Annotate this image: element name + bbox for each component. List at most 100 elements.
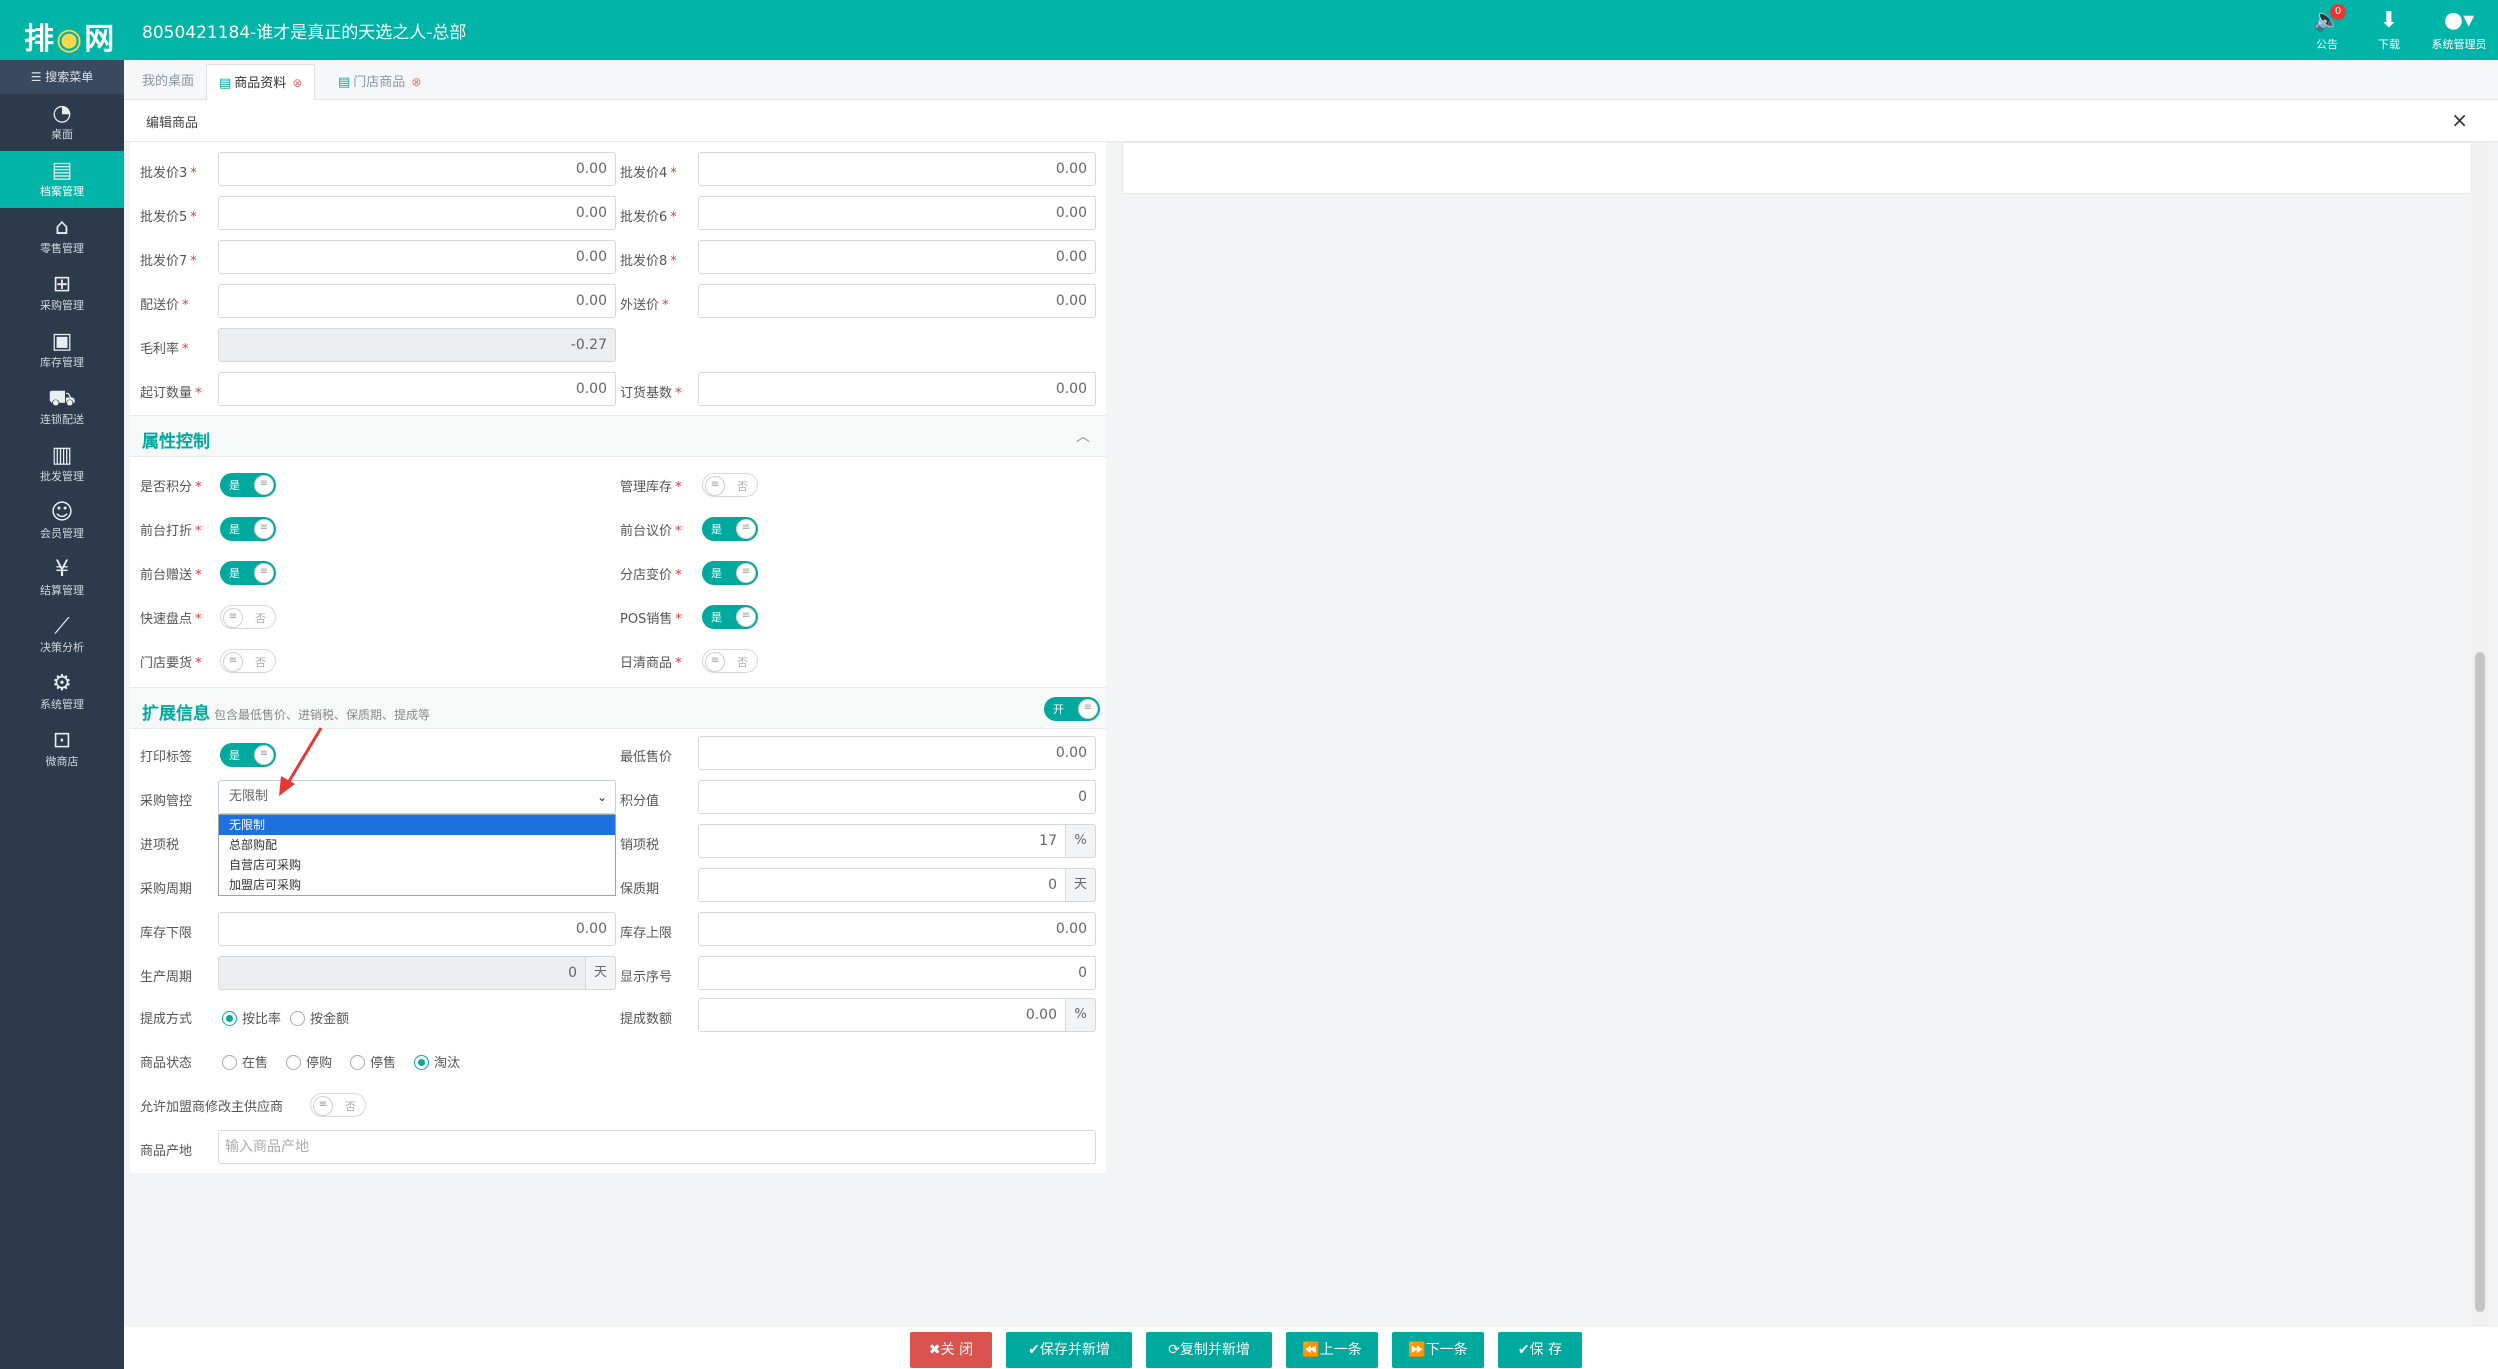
side-card xyxy=(1122,142,2472,194)
tab-store-products[interactable]: ▤ 门店商品 ⊗ xyxy=(326,64,433,100)
front-discount-label: 前台打折 * xyxy=(140,524,202,539)
quick-count-label: 快速盘点 * xyxy=(140,612,202,627)
sidebar-item-archive[interactable]: ▤ 档案管理 xyxy=(0,151,124,208)
option-hq-purchase[interactable]: 总部购配 xyxy=(219,835,615,855)
front-bargain-toggle[interactable]: 是 ≡ xyxy=(702,517,758,541)
option-unlimited[interactable]: 无限制 xyxy=(219,815,615,835)
sidebar-item-label: 库存管理 xyxy=(40,356,84,369)
sidebar-item-microshop[interactable]: ⊡ 微商店 xyxy=(0,721,124,778)
close-panel-icon[interactable]: × xyxy=(2451,108,2468,132)
front-gift-toggle[interactable]: 是 ≡ xyxy=(220,561,276,585)
input-tax-label: 进项税 xyxy=(140,838,180,853)
copy-and-new-button[interactable]: ⟳复制并新增 xyxy=(1146,1332,1272,1368)
wholesale4-input[interactable]: 0.00 xyxy=(698,152,1096,186)
previous-button[interactable]: ⏪上一条 xyxy=(1286,1332,1378,1368)
close-tab-icon[interactable]: ⊗ xyxy=(411,75,421,89)
save-button[interactable]: ✔保 存 xyxy=(1498,1332,1582,1368)
print-label-label: 打印标签 xyxy=(140,750,193,765)
status-on-sale-radio[interactable]: 在售 xyxy=(222,1052,268,1071)
sales-tax-input[interactable]: 17 xyxy=(698,824,1066,858)
inventory-icon: ▣ xyxy=(51,329,73,354)
daily-clear-toggle[interactable]: ≡ 否 xyxy=(702,649,758,673)
attr-section-title: 属性控制 xyxy=(142,432,210,452)
origin-input[interactable]: 输入商品产地 xyxy=(218,1130,1096,1164)
display-order-input[interactable]: 0 xyxy=(698,956,1096,990)
print-label-toggle[interactable]: 是 ≡ xyxy=(220,743,276,767)
allow-franchise-toggle[interactable]: ≡ 否 xyxy=(310,1093,366,1117)
quick-count-toggle[interactable]: ≡ 否 xyxy=(220,605,276,629)
sidebar-item-label: 微商店 xyxy=(45,755,79,768)
sales-tax-label: 销项税 xyxy=(620,838,660,853)
chevron-up-icon[interactable]: ︿ xyxy=(1076,426,1090,446)
sidebar-item-delivery[interactable]: ⛟ 连锁配送 xyxy=(0,379,124,436)
wholesale6-input[interactable]: 0.00 xyxy=(698,196,1096,230)
save-and-new-button[interactable]: ✔保存并新增 xyxy=(1006,1332,1132,1368)
sidebar-item-settlement[interactable]: ¥ 结算管理 xyxy=(0,550,124,607)
branch-price-toggle[interactable]: 是 ≡ xyxy=(702,561,758,585)
download-button[interactable]: ⬇ 下载 xyxy=(2358,6,2420,56)
annotation-arrow xyxy=(279,727,323,796)
option-owned-store[interactable]: 自营店可采购 xyxy=(219,855,615,875)
sidebar-item-wholesale[interactable]: ▥ 批发管理 xyxy=(0,436,124,493)
close-tab-icon[interactable]: ⊗ xyxy=(292,76,302,90)
sidebar-item-label: 零售管理 xyxy=(40,242,84,255)
wholesale5-input[interactable]: 0.00 xyxy=(218,196,616,230)
settlement-icon: ¥ xyxy=(55,557,69,582)
min-price-input[interactable]: 0.00 xyxy=(698,736,1096,770)
next-button[interactable]: ⏩下一条 xyxy=(1392,1332,1484,1368)
shelf-life-input[interactable]: 0 xyxy=(698,868,1066,902)
stock-min-input[interactable]: 0.00 xyxy=(218,912,616,946)
attr-section-header[interactable]: 属性控制 ︿ xyxy=(130,415,1106,457)
panel-title: 编辑商品 xyxy=(146,116,199,131)
tab-label: 门店商品 xyxy=(353,75,406,90)
commission-ratio-radio[interactable]: 按比率 xyxy=(222,1008,281,1027)
sidebar-item-label: 批发管理 xyxy=(40,470,84,483)
status-eliminated-radio[interactable]: 淘汰 xyxy=(414,1052,460,1071)
close-button[interactable]: ✖关 闭 xyxy=(910,1332,992,1368)
store-request-toggle[interactable]: ≡ 否 xyxy=(220,649,276,673)
tab-product-info[interactable]: ▤ 商品资料 ⊗ xyxy=(206,64,316,100)
points-value-input[interactable]: 0 xyxy=(698,780,1096,814)
pos-sale-toggle[interactable]: 是 ≡ xyxy=(702,605,758,629)
allow-franchise-label: 允许加盟商修改主供应商 xyxy=(140,1100,284,1115)
wholesale8-input[interactable]: 0.00 xyxy=(698,240,1096,274)
commission-amount-radio[interactable]: 按金额 xyxy=(290,1008,349,1027)
order-base-input[interactable]: 0.00 xyxy=(698,372,1096,406)
sidebar-item-purchase[interactable]: ⊞ 采购管理 xyxy=(0,265,124,322)
archive-icon: ▤ xyxy=(51,158,73,183)
form-row: 起订数量 * 0.00 订货基数 * 0.00 xyxy=(130,368,1106,412)
form-row: 商品产地 输入商品产地 xyxy=(130,1126,1106,1170)
status-stop-purchase-radio[interactable]: 停购 xyxy=(286,1052,332,1071)
manage-stock-toggle[interactable]: ≡ 否 xyxy=(702,473,758,497)
ext-section-toggle[interactable]: 开 ≡ xyxy=(1044,697,1100,721)
outsend-price-input[interactable]: 0.00 xyxy=(698,284,1096,318)
admin-menu[interactable]: ●▾ 系统管理员 xyxy=(2420,6,2498,56)
action-bar: ✖关 闭 ✔保存并新增 ⟳复制并新增 ⏪上一条 ⏩下一条 ✔保 存 xyxy=(124,1327,2498,1369)
sidebar-item-inventory[interactable]: ▣ 库存管理 xyxy=(0,322,124,379)
stock-max-input[interactable]: 0.00 xyxy=(698,912,1096,946)
sidebar-item-analysis[interactable]: ⟋ 决策分析 xyxy=(0,607,124,664)
option-franchise-store[interactable]: 加盟店可采购 xyxy=(219,875,615,895)
sidebar-item-system[interactable]: ⚙ 系统管理 xyxy=(0,664,124,721)
wholesale7-input[interactable]: 0.00 xyxy=(218,240,616,274)
notice-button[interactable]: 🔈 0 公告 xyxy=(2296,4,2358,56)
form-row: 是否积分 * 是 ≡ 管理库存 * ≡ 否 xyxy=(130,462,1106,506)
commission-value-input[interactable]: 0.00 xyxy=(698,998,1066,1032)
status-stop-sale-radio[interactable]: 停售 xyxy=(350,1052,396,1071)
scrollbar-thumb[interactable] xyxy=(2475,652,2485,1312)
delivery-price-input[interactable]: 0.00 xyxy=(218,284,616,318)
wholesale3-input[interactable]: 0.00 xyxy=(218,152,616,186)
search-menu-button[interactable]: ☰ 搜索菜单 xyxy=(0,60,124,94)
content-area: 批发价3 * 0.00 批发价4 * 0.00 批发价5 * 0.00 批发价6 * 0… xyxy=(124,142,2498,1327)
sidebar-item-desktop[interactable]: ◔ 桌面 xyxy=(0,94,124,151)
sidebar-item-retail[interactable]: ⌂ 零售管理 xyxy=(0,208,124,265)
margin-label: 毛利率 * xyxy=(140,342,189,357)
app-logo[interactable]: 排◉网 xyxy=(24,14,116,58)
form-row: 批发价5 * 0.00 批发价6 * 0.00 xyxy=(130,192,1106,236)
min-order-input[interactable]: 0.00 xyxy=(218,372,616,406)
points-toggle[interactable]: 是 ≡ xyxy=(220,473,276,497)
tab-my-desktop[interactable]: 我的桌面 xyxy=(130,64,206,100)
manage-stock-label: 管理库存 * xyxy=(620,480,682,495)
front-discount-toggle[interactable]: 是 ≡ xyxy=(220,517,276,541)
sidebar-item-member[interactable]: ☺ 会员管理 xyxy=(0,493,124,550)
